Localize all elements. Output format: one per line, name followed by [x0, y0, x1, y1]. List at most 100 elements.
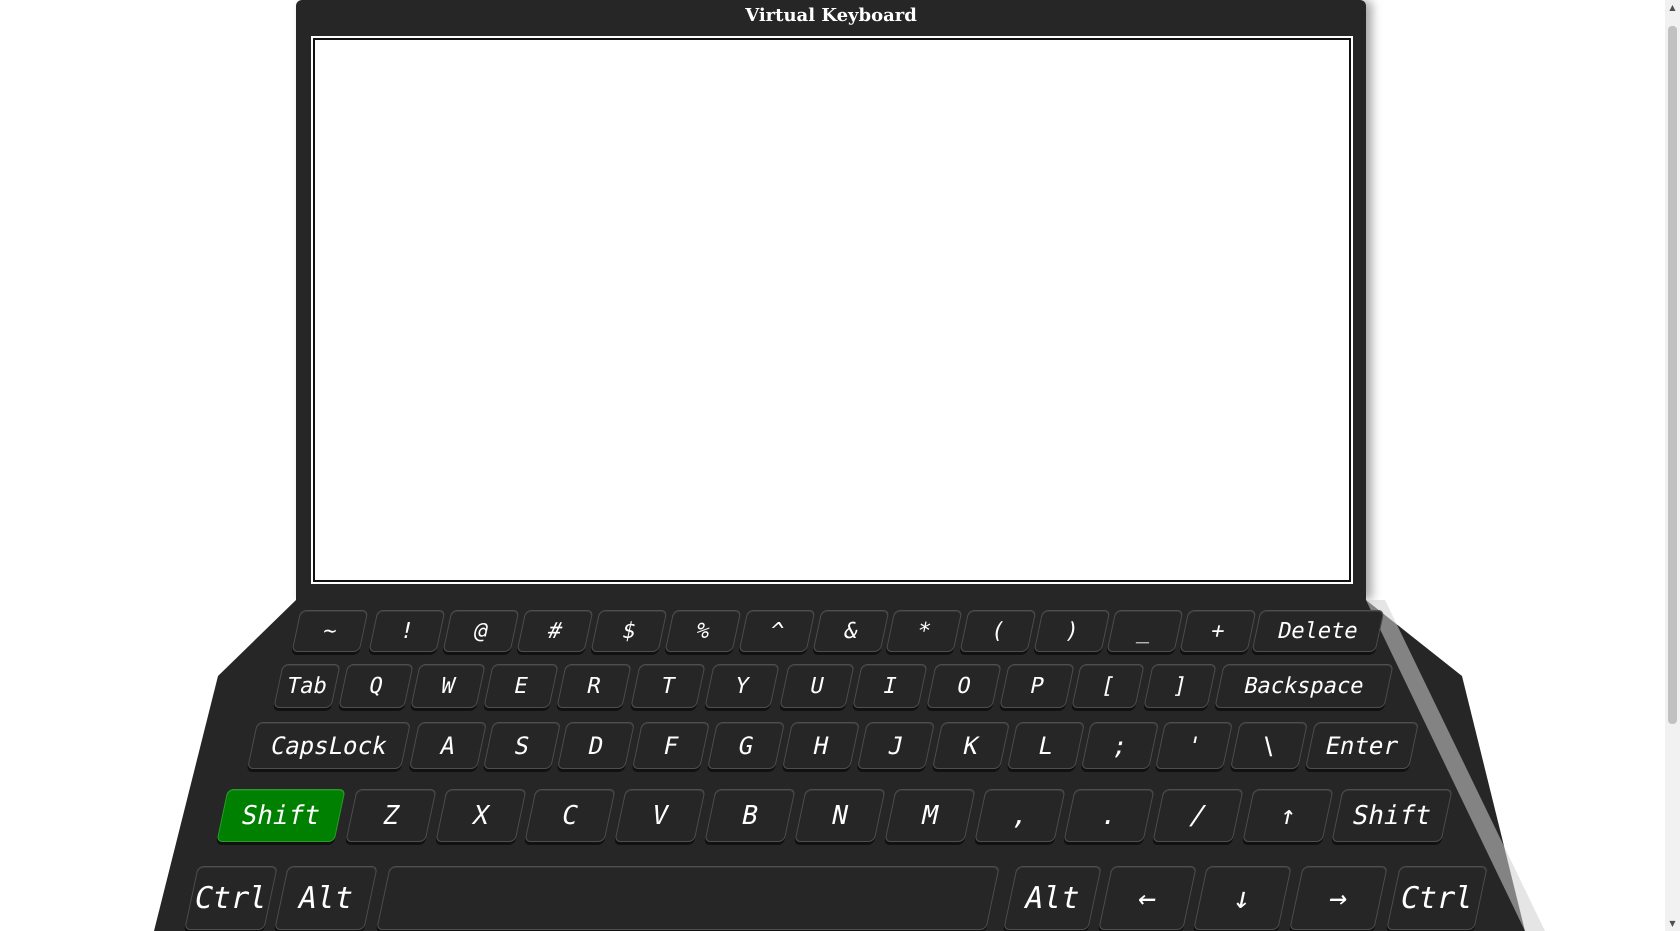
key-arrow-up[interactable]: ↑	[1242, 789, 1334, 842]
key-label: K	[960, 731, 982, 760]
space-key[interactable]	[376, 866, 1000, 930]
key-c[interactable]: C	[524, 789, 616, 842]
key-label: $	[619, 618, 639, 644]
key-r[interactable]: R	[556, 664, 632, 708]
key-z[interactable]: Z	[345, 789, 437, 842]
key-y[interactable]: Y	[704, 664, 780, 708]
key-alt-left[interactable]: Alt	[274, 866, 378, 930]
key-at[interactable]: @	[442, 610, 520, 652]
key-label: V	[648, 800, 672, 831]
key-period[interactable]: .	[1063, 789, 1155, 842]
key-tab[interactable]: Tab	[273, 664, 341, 708]
key-shift-left[interactable]: Shift	[216, 789, 346, 842]
key-j[interactable]: J	[857, 722, 935, 769]
key-e[interactable]: E	[483, 664, 559, 708]
key-label: X	[469, 800, 493, 831]
key-label: \	[1258, 731, 1280, 760]
key-right-bracket[interactable]: ]	[1143, 664, 1217, 708]
key-a[interactable]: A	[409, 722, 487, 769]
key-ampersand[interactable]: &	[812, 610, 890, 652]
key-ctrl-left[interactable]: Ctrl	[184, 866, 278, 930]
key-label: Q	[366, 673, 386, 699]
key-label: _	[1135, 618, 1155, 644]
key-tilde[interactable]: ~	[291, 610, 369, 652]
key-arrow-right[interactable]: →	[1289, 866, 1388, 930]
key-label: I	[880, 673, 900, 699]
key-exclamation[interactable]: !	[368, 610, 446, 652]
key-label: *	[914, 618, 934, 644]
scroll-up-arrow-icon[interactable]: ▲	[1665, 0, 1680, 15]
key-semicolon[interactable]: ;	[1081, 722, 1159, 769]
key-label: →	[1325, 880, 1352, 916]
key-right-paren[interactable]: )	[1033, 610, 1111, 652]
key-shift-right[interactable]: Shift	[1331, 789, 1453, 842]
key-caret[interactable]: ^	[738, 610, 816, 652]
key-left-paren[interactable]: (	[959, 610, 1037, 652]
key-delete[interactable]: Delete	[1251, 610, 1385, 652]
text-output-area[interactable]	[311, 36, 1353, 584]
key-label: S	[511, 731, 533, 760]
key-w[interactable]: W	[410, 664, 486, 708]
key-asterisk[interactable]: *	[885, 610, 963, 652]
key-label: ,	[1008, 800, 1032, 831]
key-alt-right[interactable]: Alt	[1003, 866, 1102, 930]
key-label: Delete	[1275, 618, 1361, 644]
key-n[interactable]: N	[794, 789, 886, 842]
key-f[interactable]: F	[632, 722, 710, 769]
key-q[interactable]: Q	[338, 664, 414, 708]
key-label: T	[658, 673, 678, 699]
key-label: ]	[1170, 673, 1190, 699]
key-arrow-left[interactable]: ←	[1098, 866, 1197, 930]
key-left-bracket[interactable]: [	[1071, 664, 1145, 708]
key-v[interactable]: V	[614, 789, 706, 842]
key-label: C	[558, 800, 582, 831]
key-label: G	[735, 731, 757, 760]
key-label: ↓	[1229, 880, 1256, 916]
key-backspace[interactable]: Backspace	[1214, 664, 1394, 708]
key-h[interactable]: H	[782, 722, 860, 769]
key-s[interactable]: S	[483, 722, 561, 769]
vertical-scrollbar[interactable]: ▲ ▼	[1665, 0, 1680, 931]
key-slash[interactable]: /	[1152, 789, 1244, 842]
key-label: Backspace	[1241, 673, 1367, 699]
key-arrow-down[interactable]: ↓	[1193, 866, 1292, 930]
key-label: ^	[767, 618, 787, 644]
key-label: Ctrl	[191, 880, 271, 916]
key-capslock[interactable]: CapsLock	[247, 722, 411, 769]
key-label: Alt	[295, 880, 357, 916]
key-comma[interactable]: ,	[974, 789, 1066, 842]
key-plus[interactable]: +	[1179, 610, 1257, 652]
key-underscore[interactable]: _	[1106, 610, 1184, 652]
scroll-thumb[interactable]	[1668, 26, 1677, 724]
key-dollar[interactable]: $	[590, 610, 668, 652]
key-ctrl-right[interactable]: Ctrl	[1386, 866, 1488, 930]
scroll-down-arrow-icon[interactable]: ▼	[1665, 916, 1680, 931]
key-label: Y	[732, 673, 752, 699]
key-percent[interactable]: %	[664, 610, 742, 652]
key-i[interactable]: I	[852, 664, 928, 708]
key-label: W	[438, 673, 458, 699]
key-label: P	[1027, 673, 1047, 699]
key-m[interactable]: M	[884, 789, 976, 842]
key-hash[interactable]: #	[516, 610, 594, 652]
key-u[interactable]: U	[779, 664, 855, 708]
key-backslash[interactable]: \	[1230, 722, 1308, 769]
key-enter[interactable]: Enter	[1305, 722, 1419, 769]
key-label: [	[1098, 673, 1118, 699]
key-d[interactable]: D	[557, 722, 635, 769]
key-label: Ctrl	[1397, 880, 1477, 916]
key-g[interactable]: G	[707, 722, 785, 769]
key-p[interactable]: P	[999, 664, 1075, 708]
key-k[interactable]: K	[932, 722, 1010, 769]
key-l[interactable]: L	[1007, 722, 1085, 769]
key-o[interactable]: O	[926, 664, 1002, 708]
key-t[interactable]: T	[630, 664, 706, 708]
key-label: )	[1062, 618, 1082, 644]
key-label: +	[1208, 618, 1228, 644]
key-label: ←	[1134, 880, 1161, 916]
key-b[interactable]: B	[704, 789, 796, 842]
key-label: A	[437, 731, 459, 760]
key-apostrophe[interactable]: '	[1155, 722, 1233, 769]
key-x[interactable]: X	[435, 789, 527, 842]
key-label: N	[828, 800, 852, 831]
